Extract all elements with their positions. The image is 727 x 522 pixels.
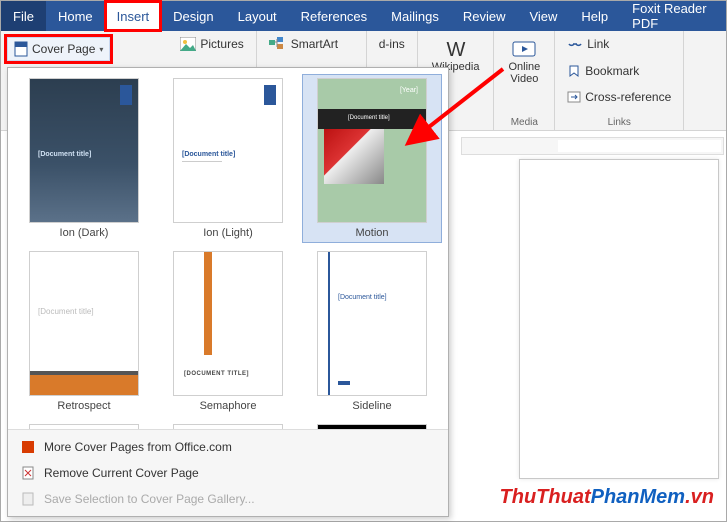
cover-template-cutoff-3[interactable] bbox=[302, 420, 442, 429]
thumb-label: Motion bbox=[355, 227, 388, 239]
watermark-part3: .vn bbox=[685, 486, 714, 508]
thumb-placeholder: [Document title] bbox=[38, 151, 91, 158]
smartart-label: SmartArt bbox=[291, 37, 338, 51]
cross-reference-icon bbox=[567, 91, 581, 103]
remove-label: Remove Current Cover Page bbox=[44, 466, 199, 480]
addins-label: d-ins bbox=[379, 37, 405, 51]
wikipedia-icon: W bbox=[443, 39, 469, 59]
tab-foxit[interactable]: Foxit Reader PDF bbox=[620, 1, 726, 31]
office-icon bbox=[20, 439, 36, 455]
my-addins-button[interactable]: d-ins bbox=[375, 35, 409, 53]
gallery-grid: [Document title] Ion (Dark) [Document ti… bbox=[8, 68, 448, 429]
gallery-footer: More Cover Pages from Office.com Remove … bbox=[8, 429, 448, 516]
remove-cover-page[interactable]: Remove Current Cover Page bbox=[8, 460, 448, 486]
cover-template-cutoff-2[interactable] bbox=[158, 420, 298, 429]
smartart-button[interactable]: SmartArt bbox=[265, 35, 358, 53]
thumb-label: Ion (Light) bbox=[203, 227, 253, 239]
cover-page-gallery: [Document title] Ion (Dark) [Document ti… bbox=[7, 67, 449, 517]
cover-template-cutoff-1[interactable] bbox=[14, 420, 154, 429]
tab-references[interactable]: References bbox=[289, 1, 379, 31]
ribbon-tabs: File Home Insert Design Layout Reference… bbox=[1, 1, 726, 31]
online-video-button[interactable]: Online Video bbox=[502, 35, 546, 89]
thumb-placeholder: [Document title] bbox=[348, 115, 390, 121]
save-gallery-icon bbox=[20, 491, 36, 507]
tab-help[interactable]: Help bbox=[569, 1, 620, 31]
thumb-label: Sideline bbox=[352, 400, 391, 412]
cover-template-ion-dark[interactable]: [Document title] Ion (Dark) bbox=[14, 74, 154, 243]
thumb-label: Retrospect bbox=[57, 400, 110, 412]
thumb-placeholder: [Document title] bbox=[338, 294, 387, 301]
bookmark-icon bbox=[567, 65, 581, 77]
cover-page-button[interactable]: Cover Page ▾ bbox=[7, 37, 110, 61]
thumb-year: [Year] bbox=[400, 87, 418, 94]
thumb-placeholder: [Document title] bbox=[182, 151, 235, 158]
save-selection-gallery: Save Selection to Cover Page Gallery... bbox=[8, 486, 448, 512]
pictures-icon bbox=[180, 37, 196, 51]
tab-review[interactable]: Review bbox=[451, 1, 518, 31]
document-page[interactable] bbox=[519, 159, 719, 479]
cover-template-ion-light[interactable]: [Document title] Ion (Light) bbox=[158, 74, 298, 243]
thumb-label: Semaphore bbox=[200, 400, 257, 412]
cover-template-motion[interactable]: [Year] [Document title] Motion bbox=[302, 74, 442, 243]
thumb-placeholder: [Document title] bbox=[38, 307, 94, 316]
cover-page-icon bbox=[14, 41, 28, 57]
watermark: ThuThuatPhanMem.vn bbox=[500, 486, 714, 509]
svg-text:W: W bbox=[446, 39, 465, 59]
tab-view[interactable]: View bbox=[517, 1, 569, 31]
online-video-icon bbox=[511, 39, 537, 59]
tab-layout[interactable]: Layout bbox=[226, 1, 289, 31]
cover-page-label: Cover Page bbox=[32, 42, 95, 56]
pictures-label: Pictures bbox=[200, 37, 243, 51]
smartart-icon bbox=[269, 37, 287, 51]
links-group-label: Links bbox=[563, 115, 675, 128]
bookmark-label: Bookmark bbox=[585, 64, 639, 78]
thumb-label: Ion (Dark) bbox=[60, 227, 109, 239]
cover-template-retrospect[interactable]: [Document title] Retrospect bbox=[14, 247, 154, 416]
link-icon bbox=[567, 38, 583, 50]
thumb-photo bbox=[324, 129, 384, 184]
horizontal-ruler[interactable] bbox=[461, 137, 724, 155]
tab-file[interactable]: File bbox=[1, 1, 46, 31]
more-cover-pages[interactable]: More Cover Pages from Office.com bbox=[8, 434, 448, 460]
dropdown-caret-icon: ▾ bbox=[99, 45, 103, 54]
link-label: Link bbox=[587, 37, 609, 51]
save-label: Save Selection to Cover Page Gallery... bbox=[44, 492, 255, 506]
pictures-button[interactable]: Pictures bbox=[176, 35, 247, 53]
tab-home[interactable]: Home bbox=[46, 1, 105, 31]
cover-template-sideline[interactable]: [Document title] Sideline bbox=[302, 247, 442, 416]
tab-design[interactable]: Design bbox=[161, 1, 225, 31]
media-group-label: Media bbox=[502, 115, 546, 128]
remove-page-icon bbox=[20, 465, 36, 481]
crossref-label: Cross-reference bbox=[585, 90, 671, 104]
online-video-label: Online Video bbox=[508, 61, 540, 85]
thumb-placeholder: [DOCUMENT TITLE] bbox=[184, 371, 249, 377]
watermark-part1: ThuThuat bbox=[500, 486, 591, 508]
more-label: More Cover Pages from Office.com bbox=[44, 440, 232, 454]
cover-template-semaphore[interactable]: [DOCUMENT TITLE] Semaphore bbox=[158, 247, 298, 416]
tab-mailings[interactable]: Mailings bbox=[379, 1, 451, 31]
watermark-part2: PhanMem bbox=[591, 486, 685, 508]
tab-insert[interactable]: Insert bbox=[105, 1, 162, 31]
cross-reference-button[interactable]: Cross-reference bbox=[563, 88, 675, 106]
link-button[interactable]: Link bbox=[563, 35, 675, 53]
bookmark-button[interactable]: Bookmark bbox=[563, 62, 675, 80]
